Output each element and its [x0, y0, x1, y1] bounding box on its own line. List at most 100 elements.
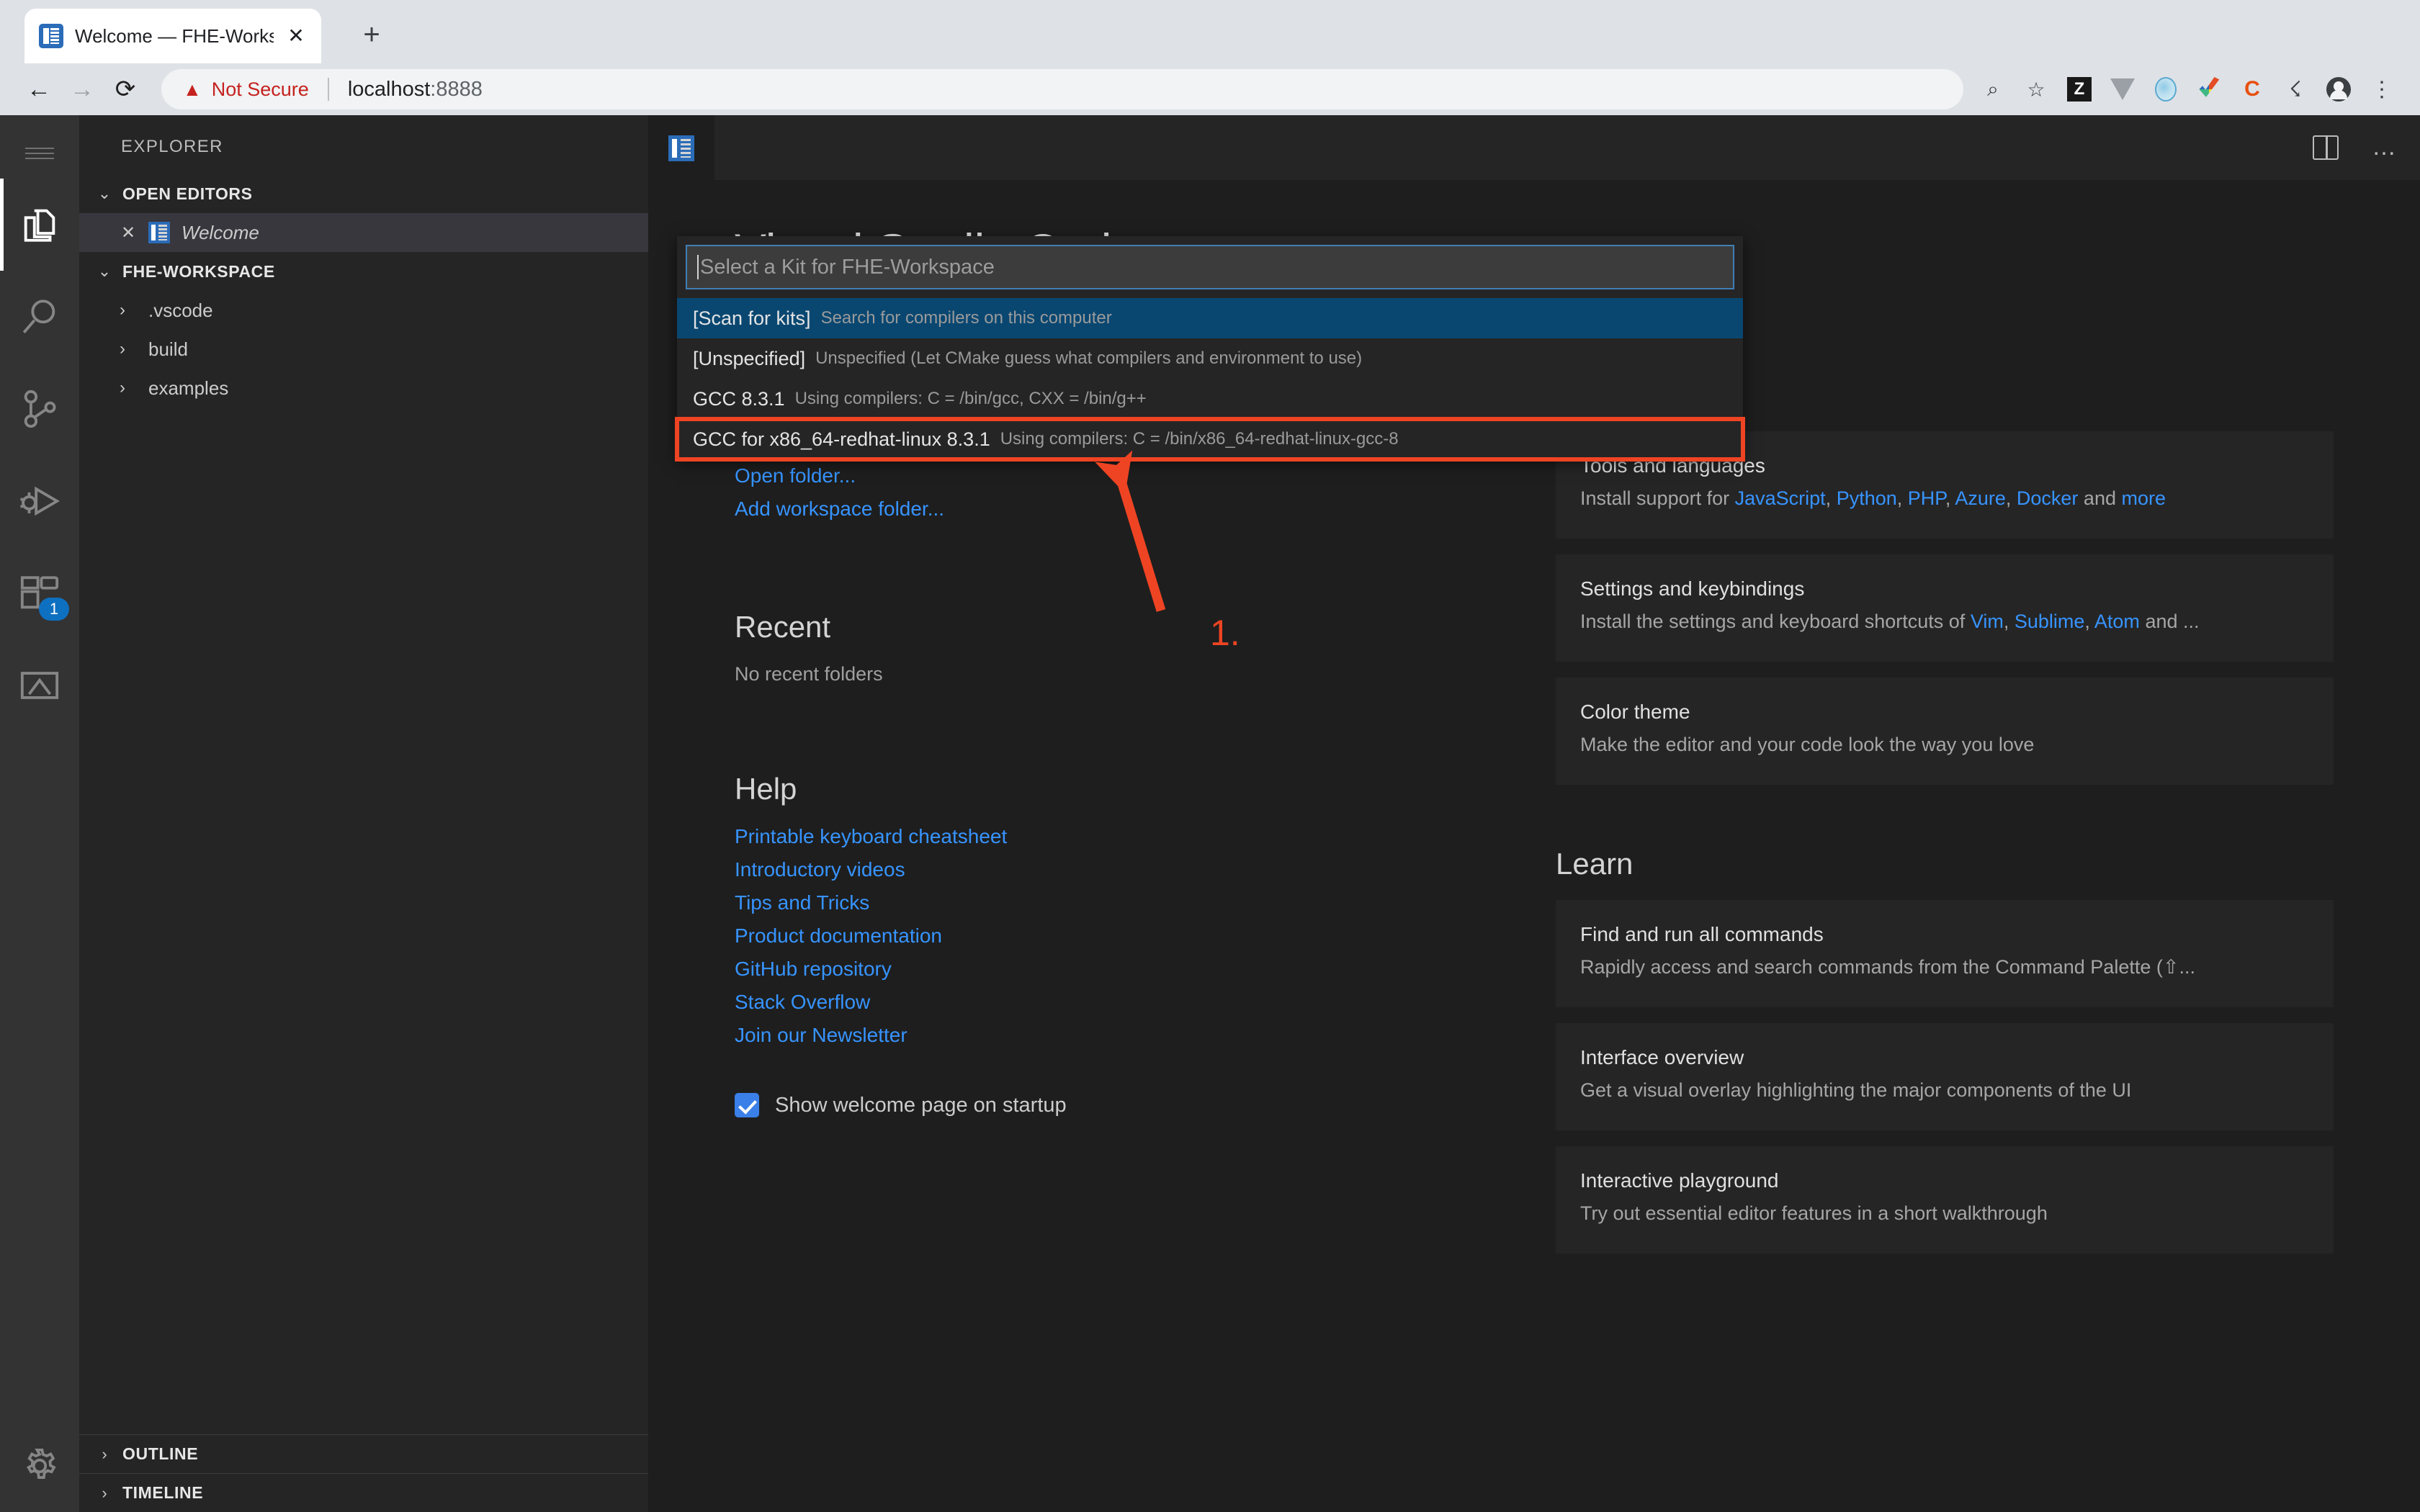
- link-introductory-videos[interactable]: Introductory videos: [735, 858, 1455, 881]
- recent-heading: Recent: [735, 610, 831, 644]
- link-vim[interactable]: Vim: [1971, 611, 2004, 632]
- quick-pick-item-unspecified[interactable]: [Unspecified] Unspecified (Let CMake gue…: [677, 338, 1743, 379]
- zoom-icon[interactable]: ⌕: [1973, 70, 2012, 109]
- show-welcome-on-startup-checkbox[interactable]: [735, 1093, 759, 1117]
- folder-build[interactable]: › build: [79, 330, 648, 369]
- card-description: Install the settings and keyboard shortc…: [1580, 611, 2200, 632]
- quick-pick-input[interactable]: Select a Kit for FHE-Workspace: [686, 245, 1734, 289]
- chevron-down-icon: ⌄: [97, 184, 112, 202]
- link-sublime[interactable]: Sublime: [2015, 611, 2085, 632]
- new-tab-button[interactable]: +: [354, 19, 389, 53]
- section-open-editors[interactable]: ⌄ OPEN EDITORS: [79, 174, 648, 213]
- chevron-right-icon: ›: [102, 1483, 107, 1502]
- folder-vscode[interactable]: › .vscode: [79, 291, 648, 330]
- gear-icon[interactable]: [0, 1420, 79, 1512]
- address-bar[interactable]: ▲ Not Secure localhost:8888: [161, 69, 1963, 109]
- divider: [327, 78, 329, 101]
- sidebar-item-source-control[interactable]: [0, 363, 79, 455]
- welcome-page-icon: [668, 135, 694, 161]
- warning-triangle-icon: ▲: [183, 78, 202, 100]
- section-workspace[interactable]: ⌄ FHE-WORKSPACE: [79, 252, 648, 291]
- quick-pick-placeholder: Select a Kit for FHE-Workspace: [700, 255, 995, 279]
- card-title: Interface overview: [1580, 1046, 1744, 1068]
- profile-avatar-icon[interactable]: [2319, 70, 2358, 109]
- link-join-newsletter[interactable]: Join our Newsletter: [735, 1024, 1455, 1047]
- item-description: Search for compilers on this computer: [820, 308, 1112, 328]
- link-python[interactable]: Python: [1837, 487, 1897, 509]
- learn-heading: Learn: [1556, 847, 1634, 881]
- bookmark-star-icon[interactable]: ☆: [2017, 70, 2056, 109]
- link-tips-and-tricks[interactable]: Tips and Tricks: [735, 891, 1455, 914]
- quick-pick-input-wrap: Select a Kit for FHE-Workspace: [677, 236, 1743, 298]
- card-description: Get a visual overlay highlighting the ma…: [1580, 1079, 2132, 1101]
- c-extension-icon[interactable]: C: [2233, 70, 2272, 109]
- card-title: Color theme: [1580, 701, 1690, 723]
- sidebar-title: EXPLORER: [121, 137, 223, 156]
- reload-button[interactable]: ⟳: [105, 69, 145, 109]
- brain-extension-icon[interactable]: [2146, 70, 2185, 109]
- quick-pick-dialog[interactable]: Select a Kit for FHE-Workspace [Scan for…: [675, 236, 1745, 462]
- card-find-and-run-all-commands[interactable]: Find and run all commands Rapidly access…: [1556, 900, 2334, 1007]
- card-title: Find and run all commands: [1580, 923, 1824, 945]
- tab-welcome[interactable]: [648, 115, 714, 180]
- browser-chrome: Welcome — FHE-Workspace — ✕ + ← → ⟳ ▲ No…: [0, 0, 2420, 115]
- split-editor-icon[interactable]: [2313, 135, 2339, 160]
- link-stack-overflow[interactable]: Stack Overflow: [735, 991, 1455, 1014]
- sidebar-item-extensions[interactable]: 1: [0, 547, 79, 639]
- open-editor-welcome[interactable]: ✕ Welcome: [79, 213, 648, 252]
- card-title: Interactive playground: [1580, 1169, 1779, 1192]
- sidebar-item-cmake[interactable]: [0, 639, 79, 732]
- link-azure[interactable]: Azure: [1955, 487, 2006, 509]
- hamburger-menu-icon[interactable]: [0, 128, 79, 179]
- vue-devtools-extension-icon[interactable]: [2103, 70, 2142, 109]
- startup-checkbox-label: Show welcome page on startup: [775, 1093, 1067, 1117]
- link-javascript[interactable]: JavaScript: [1735, 487, 1826, 509]
- quick-pick-item-gcc-x86-64-redhat-linux[interactable]: GCC for x86_64-redhat-linux 8.3.1 Using …: [675, 417, 1745, 462]
- section-label: FHE-WORKSPACE: [122, 261, 275, 281]
- link-open-folder[interactable]: Open folder...: [735, 464, 1455, 487]
- colorzilla-extension-icon[interactable]: [2190, 70, 2228, 109]
- browser-tab[interactable]: Welcome — FHE-Workspace — ✕: [24, 9, 321, 63]
- sidebar-item-search[interactable]: [0, 271, 79, 363]
- sidebar-item-run-and-debug[interactable]: [0, 455, 79, 547]
- url-text: localhost:8888: [347, 77, 483, 101]
- link-product-documentation[interactable]: Product documentation: [735, 924, 1455, 948]
- section-timeline[interactable]: › TIMELINE: [79, 1473, 648, 1512]
- card-settings-and-keybindings[interactable]: Settings and keybindings Install the set…: [1556, 554, 2334, 662]
- section-label: OPEN EDITORS: [122, 184, 253, 203]
- link-atom[interactable]: Atom: [2094, 611, 2140, 632]
- item-label: [Scan for kits]: [693, 307, 811, 329]
- forward-button[interactable]: →: [62, 69, 102, 109]
- extensions-badge: 1: [39, 598, 69, 621]
- folder-examples[interactable]: › examples: [79, 369, 648, 408]
- link-more[interactable]: more: [2121, 487, 2166, 509]
- close-icon[interactable]: ✕: [285, 26, 307, 46]
- card-interactive-playground[interactable]: Interactive playground Try out essential…: [1556, 1146, 2334, 1254]
- link-keyboard-cheatsheet[interactable]: Printable keyboard cheatsheet: [735, 825, 1455, 848]
- link-php[interactable]: PHP: [1908, 487, 1945, 509]
- startup-checkbox-row[interactable]: Show welcome page on startup: [735, 1093, 1455, 1117]
- card-interface-overview[interactable]: Interface overview Get a visual overlay …: [1556, 1023, 2334, 1130]
- annotation-step-number: 1.: [1210, 613, 1240, 653]
- chevron-right-icon: ›: [120, 300, 125, 320]
- welcome-right-column: Customize Tools and languages Install su…: [1556, 378, 2334, 1269]
- more-actions-icon[interactable]: …: [2372, 135, 2398, 159]
- section-outline[interactable]: › OUTLINE: [79, 1434, 648, 1473]
- close-icon[interactable]: ✕: [120, 222, 137, 243]
- welcome-page-icon: [148, 222, 170, 243]
- chrome-menu-icon[interactable]: ⋮: [2362, 70, 2401, 109]
- vscode-window: 1 EXPLORER ⌄ OPEN EDITORS ✕ Welcome ⌄ FH…: [0, 115, 2420, 1512]
- zotero-extension-icon[interactable]: Z: [2060, 70, 2099, 109]
- card-title: Settings and keybindings: [1580, 577, 1805, 600]
- link-github-repository[interactable]: GitHub repository: [735, 958, 1455, 981]
- extensions-puzzle-icon[interactable]: ☇: [2276, 70, 2315, 109]
- quick-pick-item-gcc-831[interactable]: GCC 8.3.1 Using compilers: C = /bin/gcc,…: [677, 379, 1743, 419]
- link-add-workspace-folder[interactable]: Add workspace folder...: [735, 498, 1455, 521]
- back-button[interactable]: ←: [19, 69, 59, 109]
- folder-label: build: [148, 338, 188, 360]
- link-docker[interactable]: Docker: [2017, 487, 2079, 509]
- card-color-theme[interactable]: Color theme Make the editor and your cod…: [1556, 678, 2334, 785]
- sidebar-item-explorer[interactable]: [0, 179, 79, 271]
- editor-actions: …: [2313, 115, 2398, 180]
- quick-pick-item-scan-for-kits[interactable]: [Scan for kits] Search for compilers on …: [677, 298, 1743, 338]
